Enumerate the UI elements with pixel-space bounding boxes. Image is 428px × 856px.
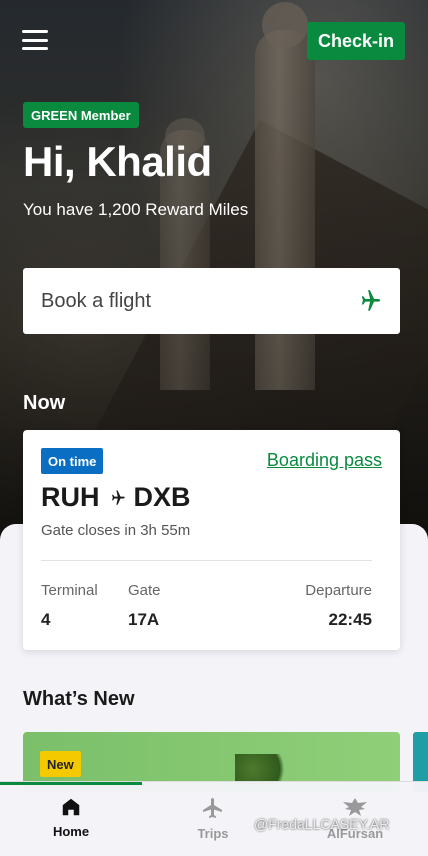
book-flight-field[interactable]: Book a flight — [23, 268, 400, 334]
flight-route: RUH DXB — [41, 482, 191, 513]
watermark-overlay: @FredaLLCASEY.AR — [254, 816, 390, 832]
now-section-title: Now — [23, 392, 66, 414]
book-flight-placeholder: Book a flight — [41, 289, 152, 312]
airplane-icon — [203, 798, 222, 818]
gate-value: 17A — [128, 610, 160, 629]
greeting-title: Hi, Khalid — [23, 138, 212, 185]
departure-time: 22:45 — [328, 610, 372, 629]
new-badge: New — [40, 751, 81, 777]
origin-code: RUH — [41, 482, 100, 512]
divider — [41, 560, 372, 561]
airplane-icon — [111, 490, 125, 505]
nav-item-home[interactable]: Home — [0, 796, 142, 839]
current-flight-card[interactable]: On time Boarding pass RUH DXB Gate close… — [23, 430, 400, 650]
terminal-value: 4 — [41, 610, 51, 629]
hamburger-menu-icon[interactable] — [22, 30, 48, 50]
nav-label-trips: Trips — [197, 826, 229, 841]
membership-tier-badge: GREEN Member — [23, 102, 139, 128]
terminal-label: Terminal — [41, 582, 98, 599]
flight-status-badge: On time — [41, 448, 104, 474]
gate-label: Gate — [128, 582, 161, 599]
reward-miles-text: You have 1,200 Reward Miles — [23, 200, 249, 219]
check-in-button[interactable]: Check-in — [307, 22, 405, 60]
departure-label: Departure — [305, 582, 372, 599]
promo-image — [235, 754, 295, 784]
whats-new-title: What’s New — [23, 688, 135, 710]
home-icon — [62, 798, 80, 816]
nav-label-home: Home — [52, 824, 90, 839]
airplane-icon — [361, 290, 381, 311]
boarding-pass-link[interactable]: Boarding pass — [267, 450, 382, 471]
active-tab-indicator — [0, 782, 142, 785]
app-screen: Check-in GREEN Member Hi, Khalid You hav… — [0, 0, 428, 856]
destination-code: DXB — [133, 482, 191, 512]
gate-closing-time: Gate closes in 3h 55m — [41, 522, 191, 539]
